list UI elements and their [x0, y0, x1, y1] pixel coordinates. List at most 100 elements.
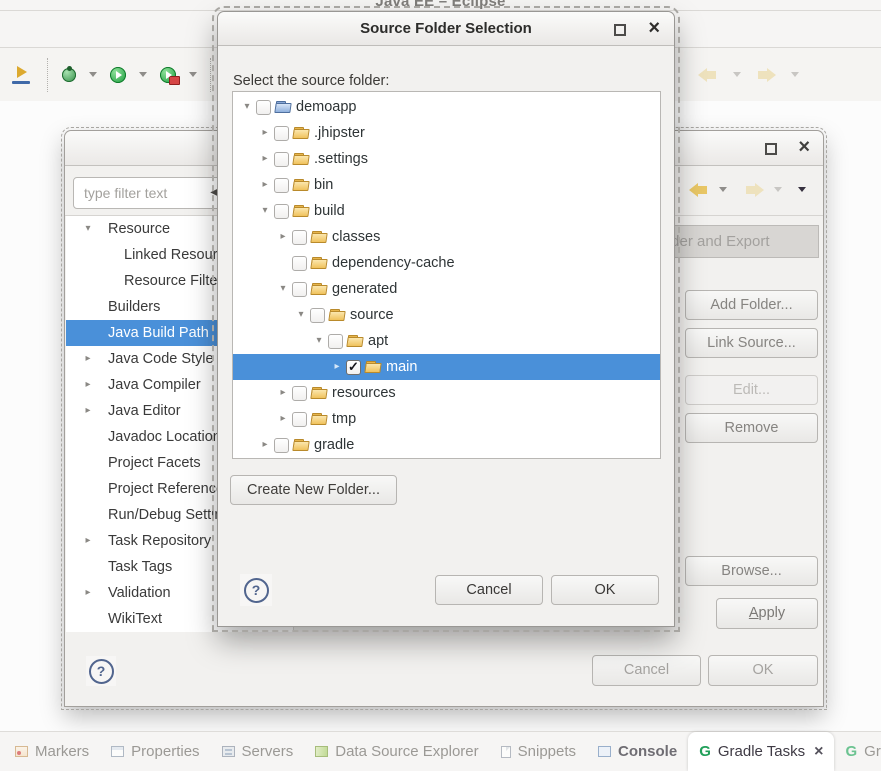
tree-item-bin[interactable]: bin: [233, 172, 660, 198]
tree-item-dependency-cache[interactable]: dependency-cache: [233, 250, 660, 276]
back-arrow-icon[interactable]: [689, 183, 709, 197]
checkbox[interactable]: [310, 308, 325, 323]
tree-item-build[interactable]: build: [233, 198, 660, 224]
checkbox[interactable]: [292, 386, 307, 401]
run-dropdown-icon[interactable]: [139, 72, 147, 77]
external-tools-dropdown-icon[interactable]: [189, 72, 197, 77]
view-menu-icon[interactable]: [798, 187, 806, 192]
help-button[interactable]: [240, 574, 272, 606]
chevron-right-icon[interactable]: [78, 380, 98, 390]
tab-markers[interactable]: Markers: [4, 732, 100, 771]
add-folder-button[interactable]: Add Folder...: [685, 290, 818, 320]
ok-button[interactable]: OK: [551, 575, 659, 605]
create-new-folder-button[interactable]: Create New Folder...: [230, 475, 397, 505]
forward-dropdown-icon[interactable]: [791, 72, 799, 77]
tree-item-resources[interactable]: resources: [233, 380, 660, 406]
launch-toolbar-group: [10, 48, 212, 101]
chevron-right-icon[interactable]: [78, 354, 98, 364]
chevron-right-icon[interactable]: [78, 588, 98, 598]
chevron-down-icon[interactable]: [239, 102, 255, 112]
debug-icon[interactable]: [62, 68, 76, 82]
checkbox[interactable]: [274, 438, 289, 453]
markers-icon: [15, 746, 28, 757]
chevron-right-icon[interactable]: [275, 414, 291, 424]
remove-button[interactable]: Remove: [685, 413, 818, 443]
navigation-toolbar-group: [698, 48, 799, 101]
run-icon[interactable]: [110, 67, 126, 83]
folder-icon: [293, 127, 310, 140]
checkbox[interactable]: [274, 178, 289, 193]
tree-item-classes[interactable]: classes: [233, 224, 660, 250]
tree-item-source[interactable]: source: [233, 302, 660, 328]
chevron-right-icon[interactable]: [257, 440, 273, 450]
chevron-right-icon[interactable]: [78, 406, 98, 416]
close-icon[interactable]: [648, 18, 660, 38]
checkbox[interactable]: [292, 282, 307, 297]
close-icon[interactable]: [814, 744, 823, 760]
relaunch-icon[interactable]: [10, 65, 34, 85]
maximize-icon[interactable]: [765, 143, 777, 155]
checkbox-checked[interactable]: [346, 360, 361, 375]
maximize-icon[interactable]: [614, 24, 626, 36]
debug-dropdown-icon[interactable]: [89, 72, 97, 77]
tree-item-jhipster[interactable]: .jhipster: [233, 120, 660, 146]
chevron-right-icon[interactable]: [275, 232, 291, 242]
chevron-right-icon[interactable]: [257, 154, 273, 164]
chevron-down-icon[interactable]: [275, 284, 291, 294]
chevron-right-icon[interactable]: [329, 362, 345, 372]
checkbox[interactable]: [292, 230, 307, 245]
forward-dropdown-icon[interactable]: [774, 187, 782, 192]
folder-icon: [311, 413, 328, 426]
chevron-right-icon[interactable]: [275, 388, 291, 398]
gradle-icon: G: [699, 744, 711, 759]
forward-arrow-icon[interactable]: [744, 183, 764, 197]
checkbox[interactable]: [292, 412, 307, 427]
help-button[interactable]: [86, 656, 116, 686]
external-tools-icon[interactable]: [160, 67, 176, 83]
chevron-right-icon[interactable]: [257, 180, 273, 190]
checkbox[interactable]: [292, 256, 307, 271]
tree-item-settings[interactable]: .settings: [233, 146, 660, 172]
browse-button[interactable]: Browse...: [685, 556, 818, 586]
chevron-right-icon[interactable]: [257, 128, 273, 138]
project-folder-icon: [275, 101, 292, 114]
back-arrow-icon[interactable]: [698, 68, 718, 82]
tab-properties[interactable]: Properties: [100, 732, 210, 771]
tab-data-source-explorer[interactable]: Data Source Explorer: [304, 732, 489, 771]
tree-item-demoapp[interactable]: demoapp: [233, 94, 660, 120]
tab-snippets[interactable]: Snippets: [490, 732, 587, 771]
filter-input[interactable]: [73, 177, 225, 209]
tree-item-tmp[interactable]: tmp: [233, 406, 660, 432]
back-dropdown-icon[interactable]: [719, 187, 727, 192]
folder-icon: [293, 205, 310, 218]
checkbox[interactable]: [256, 100, 271, 115]
tab-console[interactable]: Console: [587, 732, 688, 771]
tab-gradle-tasks[interactable]: GGradle Tasks: [688, 732, 834, 771]
view-tab-bar: Markers Properties Servers Data Source E…: [0, 731, 881, 771]
checkbox[interactable]: [328, 334, 343, 349]
folder-icon: [329, 309, 346, 322]
tab-servers[interactable]: Servers: [211, 732, 305, 771]
chevron-down-icon[interactable]: [257, 206, 273, 216]
link-source-button[interactable]: Link Source...: [685, 328, 818, 358]
ok-button[interactable]: OK: [708, 655, 818, 686]
forward-arrow-icon[interactable]: [756, 68, 776, 82]
cancel-button[interactable]: Cancel: [592, 655, 701, 686]
tab-gradle-executions[interactable]: GGradle Executions: [834, 732, 881, 771]
back-dropdown-icon[interactable]: [733, 72, 741, 77]
chevron-down-icon[interactable]: [293, 310, 309, 320]
folder-icon: [311, 283, 328, 296]
apply-button[interactable]: Apply: [716, 598, 818, 629]
tree-item-gradle[interactable]: gradle: [233, 432, 660, 458]
close-icon[interactable]: [798, 137, 810, 157]
checkbox[interactable]: [274, 152, 289, 167]
chevron-right-icon[interactable]: [78, 536, 98, 546]
chevron-down-icon[interactable]: [78, 224, 98, 234]
tree-item-apt[interactable]: apt: [233, 328, 660, 354]
chevron-down-icon[interactable]: [311, 336, 327, 346]
checkbox[interactable]: [274, 204, 289, 219]
tree-item-main[interactable]: main: [233, 354, 660, 380]
checkbox[interactable]: [274, 126, 289, 141]
tree-item-generated[interactable]: generated: [233, 276, 660, 302]
cancel-button[interactable]: Cancel: [435, 575, 543, 605]
